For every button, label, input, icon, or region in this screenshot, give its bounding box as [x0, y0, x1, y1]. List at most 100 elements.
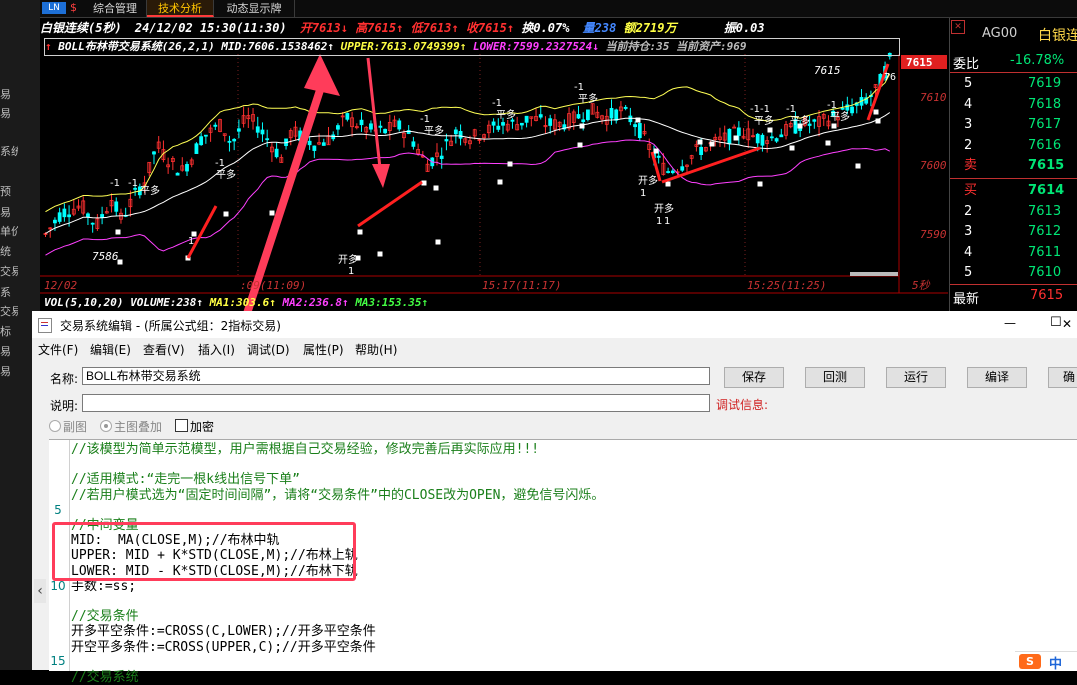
buy-row[interactable]: 5 7610 — [950, 263, 1077, 283]
chart-info-line: 白银连续(5秒) 24/12/02 15:30(11:30) 开7613↓ 高7… — [40, 20, 765, 37]
tab-technical-analysis[interactable]: 技术分析 — [147, 0, 214, 17]
sidebar-label[interactable]: 易 — [0, 345, 18, 358]
minimize-button[interactable]: — — [1004, 316, 1016, 330]
quote-divider-3 — [950, 284, 1077, 285]
close-button[interactable]: ✕ — [1062, 317, 1072, 331]
code-line[interactable]: //适用模式:“走完一根k线出信号下单” — [71, 472, 300, 487]
sidebar-label[interactable]: 单价 — [0, 225, 18, 238]
candle-body — [680, 166, 685, 171]
code-line[interactable]: 开多平空条件:=CROSS(C,LOWER);//开多平空条件 — [71, 624, 376, 639]
sidebar-label[interactable]: 易 — [0, 206, 18, 219]
compile-button[interactable]: 编译 — [967, 367, 1027, 388]
signal-marker — [115, 229, 121, 235]
save-button[interactable]: 保存 — [724, 367, 784, 388]
description-input[interactable] — [82, 394, 710, 412]
candle-body — [519, 122, 524, 126]
quote-close-icon[interactable]: ✕ — [951, 20, 965, 34]
sidebar-label[interactable]: 系 — [0, 286, 18, 299]
sell-price: 7618 — [1028, 96, 1062, 112]
trade-signal-label: 1 — [664, 216, 670, 227]
name-input[interactable] — [82, 367, 710, 385]
code-line[interactable]: 开空平多条件:=CROSS(UPPER,C);//开多平空条件 — [71, 640, 376, 655]
main-overlay-radio-label: 主图叠加 — [114, 420, 163, 434]
sell-row[interactable]: 3 7617 — [950, 115, 1077, 135]
signal-marker — [653, 148, 659, 154]
time-label-3: 15:25(11:25) — [747, 279, 826, 292]
trading-system-editor-dialog[interactable]: 交易系统编辑 - (所属公式组：2指标交易) — ☐ 文件(F) 编辑(E) 查… — [32, 311, 1077, 685]
candle-body — [656, 155, 661, 158]
candle-body — [274, 148, 279, 158]
sidebar-label[interactable]: 交易 — [0, 305, 18, 318]
menu-file[interactable]: 文件(F) — [38, 341, 78, 358]
menu-help[interactable]: 帮助(H) — [355, 341, 397, 358]
edge-label: 76 — [884, 72, 896, 83]
low-price-label: 7586 — [92, 250, 119, 263]
sidebar-label[interactable]: 易 — [0, 107, 18, 120]
encrypt-checkbox[interactable] — [175, 419, 188, 432]
sidebar-label[interactable]: 统 — [0, 245, 18, 258]
price-tick-7610: 7610 — [920, 91, 947, 104]
menu-insert[interactable]: 插入(I) — [198, 341, 235, 358]
sell-row[interactable]: 2 7616 — [950, 136, 1077, 156]
candle-body — [53, 219, 57, 224]
menu-edit[interactable]: 编辑(E) — [90, 341, 131, 358]
menu-properties[interactable]: 属性(P) — [303, 341, 344, 358]
menu-view[interactable]: 查看(V) — [143, 341, 185, 358]
formula-code-editor[interactable]: 5 10 15 //该模型为简单示范模型，用户需根据自己交易经验，修改完善后再实际应… — [49, 439, 1077, 685]
candlestick-chart[interactable]: -1 -1平多-1平多-1平多-1平多-1平多-1平多-1 -1平多-1平多1开多1… — [40, 18, 948, 311]
candle-body — [227, 140, 232, 143]
sidebar-label[interactable]: 标 — [0, 325, 18, 338]
editor-scroll-left-arrow[interactable]: ‹ — [34, 579, 46, 603]
candle-body — [213, 124, 218, 127]
chart-scrollbar[interactable] — [850, 272, 898, 276]
backtest-button[interactable]: 回测 — [805, 367, 865, 388]
indicator-info-line[interactable]: ↑ BOLL布林带交易系统(26,2,1) MID:7606.1538462↑ … — [44, 38, 900, 56]
trade-signal-label: -1 — [786, 104, 796, 115]
tab-overview[interactable]: 综合管理 — [84, 0, 147, 17]
buy-row[interactable]: 买 7614 — [950, 181, 1077, 201]
encrypt-checkbox-label: 加密 — [190, 420, 215, 434]
menu-debug[interactable]: 调试(D) — [247, 341, 290, 358]
code-line[interactable]: //该模型为简单示范模型，用户需根据自己交易经验，修改完善后再实际应用!!! — [71, 442, 539, 457]
time-unit-label: 5秒 — [912, 279, 931, 292]
sidebar-label[interactable]: 系统 — [0, 145, 18, 158]
code-line[interactable]: //交易系统 — [71, 670, 139, 685]
trade-line — [357, 180, 423, 228]
quote-panel[interactable]: ✕ AG00 白银连 委比 -16.78% 5 7619 4 7618 3 7617 2 76… — [949, 18, 1077, 311]
sidebar-label[interactable]: 交易 — [0, 265, 18, 278]
sell-row[interactable]: 4 7618 — [950, 95, 1077, 115]
price-chart-panel[interactable]: -1 -1 平多 -1 平多 -1 平多 -1 平多 -1 平多 -1 平多 -1 -1 平多 -1 平多 1 开多 1… — [40, 18, 948, 311]
tab-dynamic-board[interactable]: 动态显示牌 — [214, 0, 295, 17]
code-line[interactable]: //交易条件 — [71, 609, 139, 624]
sell-row[interactable]: 5 7619 — [950, 74, 1077, 94]
buy-row[interactable]: 2 7613 — [950, 202, 1077, 222]
buy-row[interactable]: 3 7612 — [950, 222, 1077, 242]
main-overlay-radio[interactable] — [100, 420, 112, 432]
app-logo-icon: LN — [42, 2, 66, 14]
dialog-titlebar[interactable]: 交易系统编辑 - (所属公式组：2指标交易) — ☐ — [32, 311, 1077, 338]
candle-body — [321, 142, 326, 146]
highlight-box — [52, 522, 356, 581]
ime-badge[interactable]: S 中 — [1015, 651, 1077, 672]
sub-chart-radio[interactable] — [49, 420, 61, 432]
code-line[interactable]: 手数:=ss; — [71, 579, 136, 594]
confirm-button[interactable]: 确 — [1048, 367, 1077, 388]
chart-symbol-name: 白银连续(5秒) — [40, 21, 122, 35]
chart-open: 开7613↓ — [299, 21, 348, 35]
sidebar-label[interactable]: 预 — [0, 185, 18, 198]
volume-indicator-line: VOL(5,10,20) VOLUME:238↑ MA1:303.6↑ MA2:… — [44, 296, 428, 310]
code-line[interactable]: //若用户模式选为“固定时间间隔”，请将“交易条件”中的CLOSE改为OPEN，… — [71, 488, 604, 503]
trade-signal-label: -1 — [110, 178, 120, 189]
sell-level: 3 — [964, 117, 973, 132]
buy-level: 5 — [964, 265, 973, 280]
run-button[interactable]: 运行 — [886, 367, 946, 388]
trade-signal-label: 平多 — [754, 114, 774, 127]
sidebar-label[interactable]: 易 — [0, 365, 18, 378]
trade-signal-label: -1 — [574, 82, 584, 93]
maximize-button[interactable]: ☐ — [1050, 315, 1062, 330]
sell-row[interactable]: 卖 7615 — [950, 156, 1077, 176]
sidebar-label[interactable]: 易 — [0, 88, 18, 101]
trade-signal-label: 平多 — [216, 168, 236, 181]
buy-row[interactable]: 4 7611 — [950, 243, 1077, 263]
signal-marker — [269, 210, 275, 216]
